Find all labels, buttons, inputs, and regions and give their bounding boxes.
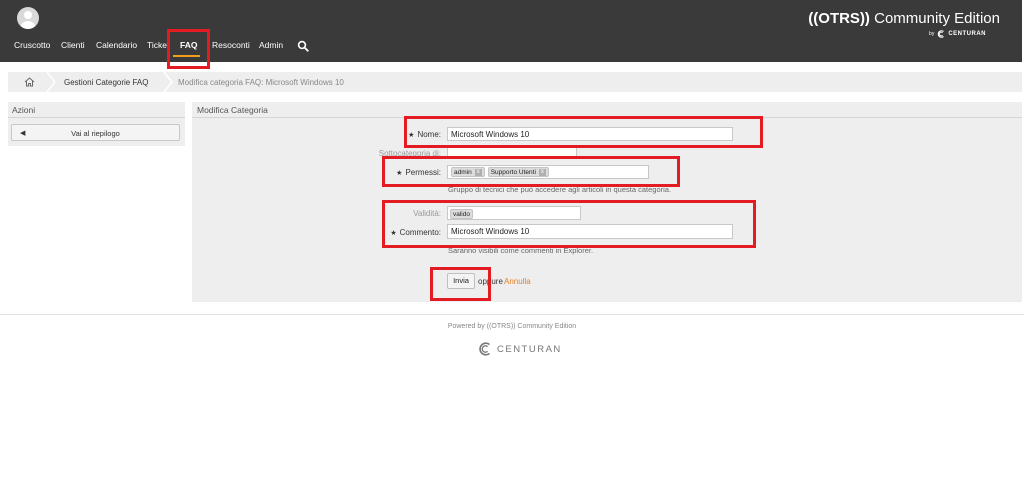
nav-item-admin[interactable]: Admin (259, 40, 283, 50)
nav-item-clienti[interactable]: Clienti (61, 40, 85, 50)
nav-item-cruscotto[interactable]: Cruscotto (14, 40, 50, 50)
centuran-footer-logo[interactable]: CENTURAN (478, 342, 562, 356)
brand-title: ((OTRS)) Community Edition (808, 10, 1000, 27)
brand-byline: by CENTURAN (929, 30, 986, 38)
home-icon[interactable] (24, 77, 35, 87)
breadcrumb: Gestioni Categorie FAQ Modifica categori… (8, 72, 1022, 92)
byline-company: CENTURAN (948, 31, 986, 37)
panel-title: Modifica Categoria (197, 105, 268, 115)
avatar-body (20, 21, 36, 29)
breadcrumb-separator (163, 72, 173, 92)
byline-by: by (929, 31, 935, 37)
back-to-overview-button[interactable]: ◀ Vai al riepilogo (11, 124, 180, 141)
nav-item-ticket[interactable]: Ticke (147, 40, 167, 50)
highlight-validity-comment (382, 200, 756, 248)
brand-prefix: ((OTRS)) (808, 10, 870, 27)
back-button-label: Vai al riepilogo (71, 129, 120, 138)
sidebar-title: Azioni (12, 105, 36, 115)
top-header: Cruscotto Clienti Calendario Ticke FAQ R… (0, 0, 1022, 62)
breadcrumb-current: Modifica categoria FAQ: Microsoft Window… (178, 78, 344, 87)
breadcrumb-faq-categories[interactable]: Gestioni Categorie FAQ (64, 78, 148, 87)
powered-by-text: Powered by ((OTRS)) Community Edition (447, 323, 577, 330)
centuran-logo-icon (938, 30, 945, 38)
footer-divider (0, 314, 1024, 315)
breadcrumb-separator (46, 72, 56, 92)
cancel-link[interactable]: Annulla (504, 277, 531, 286)
actions-sidebar: Azioni ◀ Vai al riepilogo (8, 102, 185, 146)
avatar-head (24, 11, 32, 19)
highlight-submit-button (430, 267, 491, 301)
nav-item-calendario[interactable]: Calendario (96, 40, 137, 50)
user-avatar[interactable] (17, 7, 39, 29)
highlight-permissions-field (382, 156, 680, 187)
sidebar-divider (8, 117, 185, 118)
footer-logo-text: CENTURAN (497, 343, 562, 355)
highlight-faq-tab (167, 29, 210, 69)
search-icon[interactable] (297, 40, 309, 52)
centuran-logo-icon (479, 342, 491, 356)
brand-suffix: Community Edition (869, 10, 1000, 27)
highlight-name-field (404, 116, 763, 148)
nav-item-resoconti[interactable]: Resoconti (212, 40, 250, 50)
